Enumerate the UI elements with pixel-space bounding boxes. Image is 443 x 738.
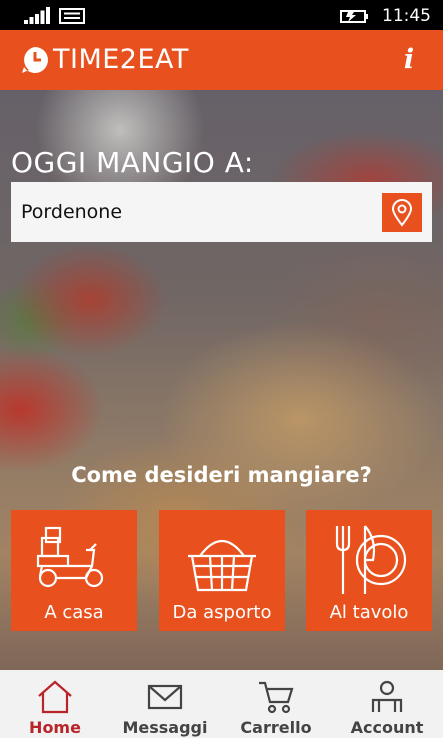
- locate-button[interactable]: [382, 193, 422, 232]
- bottom-nav: Home Messaggi Carrello Account: [0, 670, 443, 738]
- option-label: Da asporto: [172, 602, 272, 623]
- city-input[interactable]: [11, 182, 432, 242]
- cart-icon: [259, 681, 294, 714]
- clock-time: 11:45: [382, 6, 431, 26]
- clock-icon: [22, 47, 48, 73]
- app-header: TIME2EAT i: [0, 30, 443, 90]
- option-label: A casa: [44, 602, 104, 623]
- nav-messaggi[interactable]: Messaggi: [110, 670, 220, 738]
- signal-icon: [24, 7, 50, 24]
- account-icon: [371, 680, 403, 712]
- nav-carrello[interactable]: Carrello: [221, 670, 331, 738]
- option-da-asporto-button[interactable]: Da asporto: [159, 510, 285, 631]
- envelope-icon: [147, 684, 183, 710]
- nav-label: Home: [29, 718, 81, 737]
- status-bar: 11:45: [0, 0, 443, 30]
- nav-home[interactable]: Home: [0, 670, 110, 738]
- nav-label: Account: [350, 718, 424, 737]
- delivery-scooter-icon: [36, 526, 104, 588]
- plate-cutlery-icon: [335, 525, 407, 594]
- nav-account[interactable]: Account: [332, 670, 442, 738]
- option-a-casa-button[interactable]: A casa: [11, 510, 137, 631]
- option-label: Al tavolo: [329, 602, 409, 623]
- nav-label: Carrello: [240, 718, 312, 737]
- app-logo-text: TIME2EAT: [53, 44, 189, 75]
- option-al-tavolo-button[interactable]: Al tavolo: [306, 510, 432, 631]
- basket-icon: [188, 540, 256, 592]
- map-pin-icon: [391, 199, 413, 227]
- dining-question: Come desideri mangiare?: [71, 463, 372, 487]
- battery-icon: [340, 10, 368, 23]
- location-heading: OGGI MANGIO A:: [11, 146, 254, 179]
- nav-label: Messaggi: [122, 718, 208, 737]
- info-icon[interactable]: i: [398, 42, 420, 78]
- home-icon: [38, 680, 72, 714]
- message-icon: [59, 8, 85, 24]
